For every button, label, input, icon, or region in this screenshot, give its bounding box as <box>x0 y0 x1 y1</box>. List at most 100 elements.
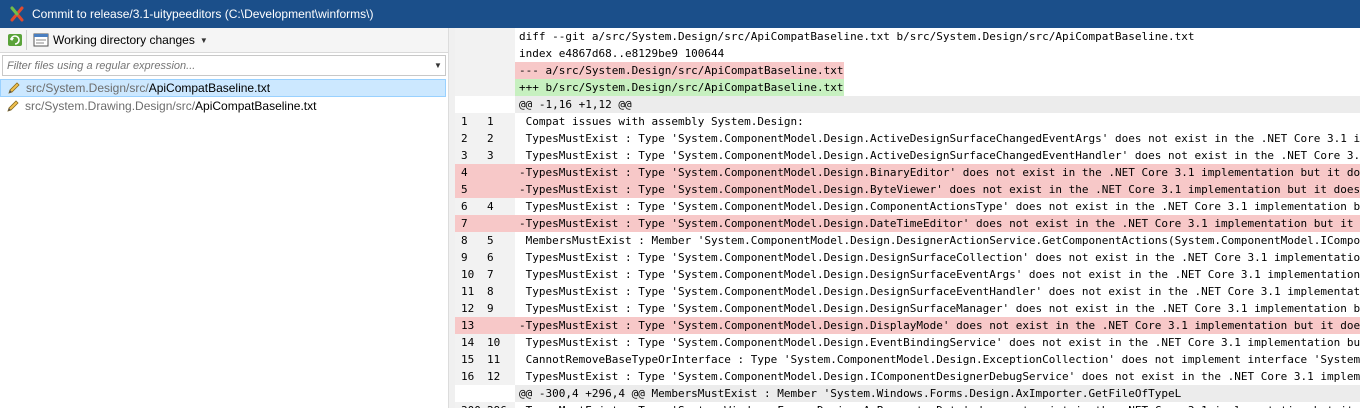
new-line-number: 4 <box>487 200 494 213</box>
new-line-number: 8 <box>487 285 494 298</box>
new-line-number: 1 <box>487 115 494 128</box>
old-line-number: 1 <box>461 115 468 128</box>
diff-viewer[interactable]: diff --git a/src/System.Design/src/ApiCo… <box>455 28 1360 408</box>
diff-line: diff --git a/src/System.Design/src/ApiCo… <box>455 28 1360 45</box>
diff-line: 10 7 TypesMustExist : Type 'System.Compon… <box>455 266 1360 283</box>
toolbar: Working directory changes ▼ <box>0 28 448 53</box>
diff-line-text: MembersMustExist : Member 'System.Compon… <box>525 234 1360 247</box>
file-item[interactable]: src/System.Design/src/ApiCompatBaseline.… <box>0 79 446 97</box>
old-line-number <box>455 385 487 402</box>
old-line-number: 7 <box>461 217 468 230</box>
diff-line: 4 -TypesMustExist : Type 'System.Componen… <box>455 164 1360 181</box>
old-line-number: 4 <box>461 166 468 179</box>
diff-line-text: index e4867d68..e8129be9 100644 <box>519 47 725 60</box>
old-line-number <box>455 79 487 96</box>
old-line-number <box>455 28 487 45</box>
filter-box: ▼ <box>2 55 446 76</box>
new-line-number: 296 <box>487 402 515 408</box>
old-line-number: 13 <box>461 319 475 332</box>
diff-line: 15 11 CannotRemoveBaseTypeOrInterface : T… <box>455 351 1360 368</box>
diff-line: @@ -1,16 +1,12 @@ <box>455 96 1360 113</box>
old-line-number: 16 <box>461 370 475 383</box>
diff-line: index e4867d68..e8129be9 100644 <box>455 45 1360 62</box>
diff-line: 8 5 MembersMustExist : Member 'System.Com… <box>455 232 1360 249</box>
window-title: Commit to release/3.1-uitypeeditors (C:\… <box>32 7 374 21</box>
diff-line: 16 12 TypesMustExist : Type 'System.Compo… <box>455 368 1360 385</box>
new-line-number <box>487 181 515 198</box>
filter-input[interactable] <box>3 57 431 74</box>
new-line-number <box>487 62 515 79</box>
diff-line-text: CannotRemoveBaseTypeOrInterface : Type '… <box>525 353 1360 366</box>
new-line-number: 3 <box>487 149 494 162</box>
working-directory-icon <box>33 33 49 47</box>
old-line-number: 15 <box>461 353 475 366</box>
new-line-number: 11 <box>487 353 501 366</box>
diff-line-text: --- a/src/System.Design/src/ApiCompatBas… <box>515 62 844 79</box>
old-line-number <box>455 45 487 62</box>
diff-line: 5 -TypesMustExist : Type 'System.Componen… <box>455 181 1360 198</box>
old-line-number: 6 <box>461 200 468 213</box>
new-line-number <box>487 317 515 334</box>
diff-line-text: @@ -1,16 +1,12 @@ <box>519 98 632 111</box>
diff-line-text: TypesMustExist : Type 'System.Windows.Fo… <box>515 402 1360 408</box>
modified-pencil-icon <box>6 99 20 113</box>
pane-splitter[interactable] <box>448 28 455 408</box>
git-extensions-icon <box>8 5 26 23</box>
old-line-number: 3 <box>461 149 468 162</box>
new-line-number: 2 <box>487 132 494 145</box>
file-pane: Working directory changes ▼ ▼ src/System… <box>0 28 448 408</box>
new-line-number <box>487 385 515 402</box>
old-line-number: 9 <box>461 251 468 264</box>
refresh-icon <box>8 34 22 46</box>
working-directory-label: Working directory changes <box>53 33 195 47</box>
diff-line-text: TypesMustExist : Type 'System.ComponentM… <box>525 268 1360 281</box>
old-line-number: 300 <box>455 402 487 408</box>
diff-line-text: TypesMustExist : Type 'System.ComponentM… <box>525 149 1360 162</box>
old-line-number <box>455 62 487 79</box>
diff-line: 12 9 TypesMustExist : Type 'System.Compon… <box>455 300 1360 317</box>
diff-line: 13 -TypesMustExist : Type 'System.Compone… <box>455 317 1360 334</box>
diff-line: 300296 TypesMustExist : Type 'System.Win… <box>455 402 1360 408</box>
diff-line-text: +++ b/src/System.Design/src/ApiCompatBas… <box>515 79 844 96</box>
diff-line-text: TypesMustExist : Type 'System.ComponentM… <box>525 251 1360 264</box>
new-line-number: 12 <box>487 370 501 383</box>
title-bar: Commit to release/3.1-uitypeeditors (C:\… <box>0 0 1360 28</box>
diff-line: @@ -300,4 +296,4 @@ MembersMustExist : M… <box>455 385 1360 402</box>
file-name: ApiCompatBaseline.txt <box>148 81 271 95</box>
file-directory: src/System.Drawing.Design/src/ <box>25 99 196 113</box>
new-line-number: 10 <box>487 336 501 349</box>
new-line-number: 7 <box>487 268 494 281</box>
old-line-number <box>455 96 487 113</box>
working-directory-dropdown[interactable]: Working directory changes ▼ <box>33 30 208 50</box>
file-name: ApiCompatBaseline.txt <box>195 99 317 113</box>
file-directory: src/System.Design/src/ <box>26 81 149 95</box>
old-line-number: 8 <box>461 234 468 247</box>
new-line-number <box>487 96 515 113</box>
old-line-number: 12 <box>461 302 475 315</box>
diff-line-text: TypesMustExist : Type 'System.ComponentM… <box>525 302 1360 315</box>
diff-line-text: -TypesMustExist : Type 'System.Component… <box>519 166 1360 179</box>
new-line-number <box>487 79 515 96</box>
old-line-number: 2 <box>461 132 468 145</box>
diff-line: 14 10 TypesMustExist : Type 'System.Compo… <box>455 334 1360 351</box>
new-line-number <box>487 215 515 232</box>
file-item[interactable]: src/System.Drawing.Design/src/ApiCompatB… <box>0 97 448 115</box>
refresh-button[interactable] <box>4 30 27 50</box>
old-line-number: 10 <box>461 268 475 281</box>
diff-line: 3 3 TypesMustExist : Type 'System.Compone… <box>455 147 1360 164</box>
diff-line: 11 8 TypesMustExist : Type 'System.Compon… <box>455 283 1360 300</box>
new-line-number <box>487 28 515 45</box>
filter-dropdown-icon[interactable]: ▼ <box>431 57 445 74</box>
old-line-number: 5 <box>461 183 468 196</box>
diff-line-text: -TypesMustExist : Type 'System.Component… <box>519 319 1360 332</box>
diff-line-text: TypesMustExist : Type 'System.ComponentM… <box>525 200 1360 213</box>
diff-line-text: diff --git a/src/System.Design/src/ApiCo… <box>519 30 1195 43</box>
diff-line-text: TypesMustExist : Type 'System.ComponentM… <box>525 370 1360 383</box>
new-line-number <box>487 164 515 181</box>
new-line-number: 5 <box>487 234 494 247</box>
new-line-number: 9 <box>487 302 494 315</box>
modified-pencil-icon <box>7 81 21 95</box>
diff-line-text: -TypesMustExist : Type 'System.Component… <box>519 183 1360 196</box>
new-line-number: 6 <box>487 251 494 264</box>
diff-line: --- a/src/System.Design/src/ApiCompatBas… <box>455 62 1360 79</box>
